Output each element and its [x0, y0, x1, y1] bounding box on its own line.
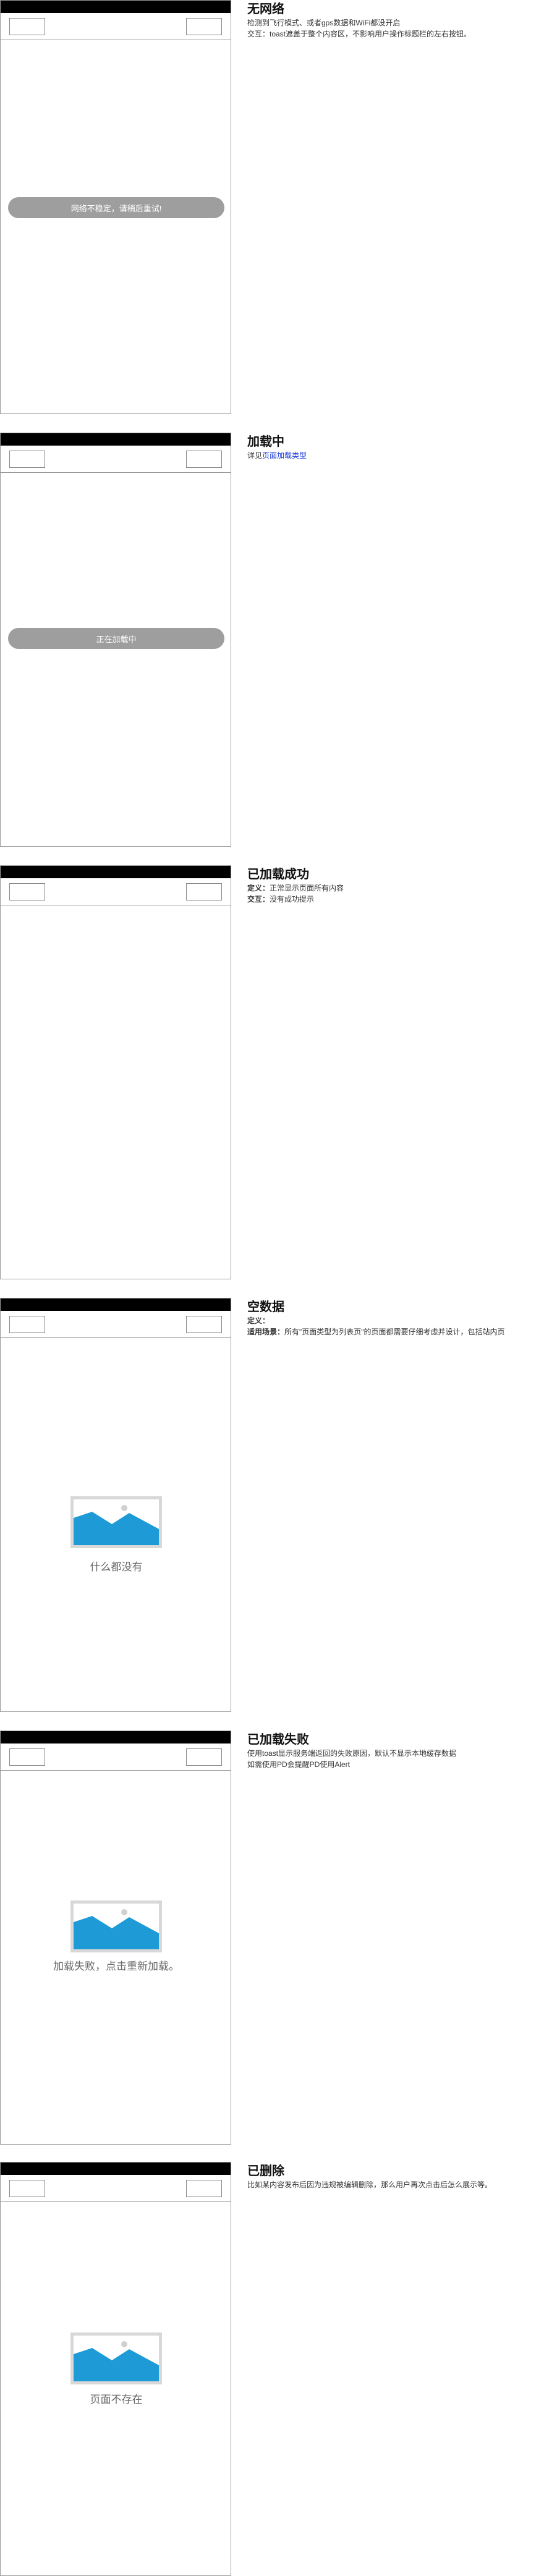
state-section-empty: 什么都没有 空数据 定义： 适用场景：所有"页面类型为列表页"的页面都需要仔细考… — [0, 1298, 557, 1712]
status-bar — [1, 1, 231, 13]
state-description: 已加载失败 使用toast显示服务端返回的失败原因，默认不显示本地缓存数据 如需… — [247, 1732, 544, 1770]
loading-toast: 正在加载中 — [8, 628, 224, 649]
state-description: 无网络 检测到飞行模式、或者gps数据和WiFi都没开启 交互：toast遮盖于… — [247, 1, 544, 40]
status-bar — [1, 433, 231, 446]
desc-label: 适用场景： — [247, 1328, 285, 1336]
phone-mockup: 页面不存在 — [0, 2162, 231, 2576]
image-placeholder-icon — [70, 1496, 162, 1548]
nav-left-button[interactable] — [9, 451, 45, 468]
retry-caption[interactable]: 加载失败，点击重新加载。 — [1, 1957, 232, 1973]
nav-right-button[interactable] — [186, 2180, 222, 2197]
state-description: 已删除 比如某内容发布后因为违规被编辑删除，那么用户再次点击后怎么展示等。 — [247, 2163, 544, 2190]
status-bar — [1, 1731, 231, 1743]
state-title: 已加载失败 — [247, 1733, 309, 1747]
nav-left-button[interactable] — [9, 18, 45, 35]
state-title: 空数据 — [247, 1300, 284, 1314]
desc-line: 如需使用PD会提醒PD使用Alert — [247, 1760, 351, 1769]
desc-line: 定义：正常显示页面所有内容 — [247, 883, 544, 894]
state-section-loaded: 已加载成功 定义：正常显示页面所有内容 交互：没有成功提示 — [0, 865, 557, 1279]
state-title: 无网络 — [247, 2, 284, 16]
state-section-deleted: 页面不存在 已删除 比如某内容发布后因为违规被编辑删除，那么用户再次点击后怎么展… — [0, 2162, 557, 2576]
desc-text: 正常显示页面所有内容 — [270, 884, 344, 892]
nav-left-button[interactable] — [9, 1316, 45, 1333]
page-load-type-link[interactable]: 页面加载类型 — [262, 451, 307, 460]
nav-left-button[interactable] — [9, 2180, 45, 2197]
state-section-loading: 正在加载中 加载中 详见页面加载类型 — [0, 433, 557, 847]
state-description: 加载中 详见页面加载类型 — [247, 434, 544, 461]
phone-mockup: 什么都没有 — [0, 1298, 231, 1712]
phone-mockup: 正在加载中 — [0, 433, 231, 847]
empty-caption: 什么都没有 — [90, 1561, 143, 1573]
desc-label: 定义： — [247, 884, 270, 892]
nav-right-button[interactable] — [186, 451, 222, 468]
state-section-failed: 加载失败，点击重新加载。 已加载失败 使用toast显示服务端返回的失败原因，默… — [0, 1731, 557, 2145]
desc-text: 没有成功提示 — [270, 895, 315, 904]
nav-right-button[interactable] — [186, 18, 222, 35]
status-bar — [1, 2163, 231, 2175]
toast-message: 网络不稳定，请稍后重试! — [8, 197, 224, 218]
nav-right-button[interactable] — [186, 1316, 222, 1333]
state-title: 已删除 — [247, 2164, 284, 2178]
status-bar — [1, 866, 231, 878]
phone-mockup: 加载失败，点击重新加载。 — [0, 1731, 231, 2145]
nav-right-button[interactable] — [186, 883, 222, 900]
nav-bar — [1, 1743, 231, 1771]
desc-text: 所有"页面类型为列表页"的页面都需要仔细考虑并设计，包括站内页 — [284, 1328, 505, 1336]
link-prefix: 详见 — [247, 451, 263, 460]
desc-line: 交互：toast遮盖于整个内容区，不影响用户操作标题栏的左右按钮。 — [247, 30, 472, 38]
phone-mockup: 网络不稳定，请稍后重试! — [0, 0, 231, 414]
desc-line: 详见页面加载类型 — [247, 450, 544, 461]
desc-line: 使用toast显示服务端返回的失败原因，默认不显示本地缓存数据 — [247, 1749, 457, 1758]
desc-line: 比如某内容发布后因为违规被编辑删除，那么用户再次点击后怎么展示等。 — [247, 2180, 493, 2189]
nav-bar — [1, 1311, 231, 1338]
desc-line: 检测到飞行模式、或者gps数据和WiFi都没开启 — [247, 19, 401, 27]
state-section-no-network: 网络不稳定，请稍后重试! 无网络 检测到飞行模式、或者gps数据和WiFi都没开… — [0, 0, 557, 414]
desc-line: 适用场景：所有"页面类型为列表页"的页面都需要仔细考虑并设计，包括站内页 — [247, 1326, 544, 1337]
image-placeholder-icon — [70, 1900, 162, 1952]
nav-left-button[interactable] — [9, 1748, 45, 1766]
nav-bar — [1, 13, 231, 40]
desc-line: 定义： — [247, 1315, 544, 1326]
status-bar — [1, 1299, 231, 1311]
state-description: 空数据 定义： 适用场景：所有"页面类型为列表页"的页面都需要仔细考虑并设计，包… — [247, 1299, 544, 1337]
desc-label: 定义： — [247, 1316, 270, 1325]
desc-label: 交互： — [247, 895, 270, 904]
nav-right-button[interactable] — [186, 1748, 222, 1766]
nav-bar — [1, 446, 231, 473]
nav-left-button[interactable] — [9, 883, 45, 900]
desc-line: 交互：没有成功提示 — [247, 894, 544, 905]
nav-bar — [1, 878, 231, 905]
not-found-caption: 页面不存在 — [90, 2394, 143, 2405]
state-description: 已加载成功 定义：正常显示页面所有内容 交互：没有成功提示 — [247, 866, 544, 905]
image-placeholder-icon — [70, 2332, 162, 2384]
state-title: 已加载成功 — [247, 868, 309, 881]
state-title: 加载中 — [247, 435, 284, 449]
nav-bar — [1, 2175, 231, 2202]
phone-mockup — [0, 865, 231, 1279]
